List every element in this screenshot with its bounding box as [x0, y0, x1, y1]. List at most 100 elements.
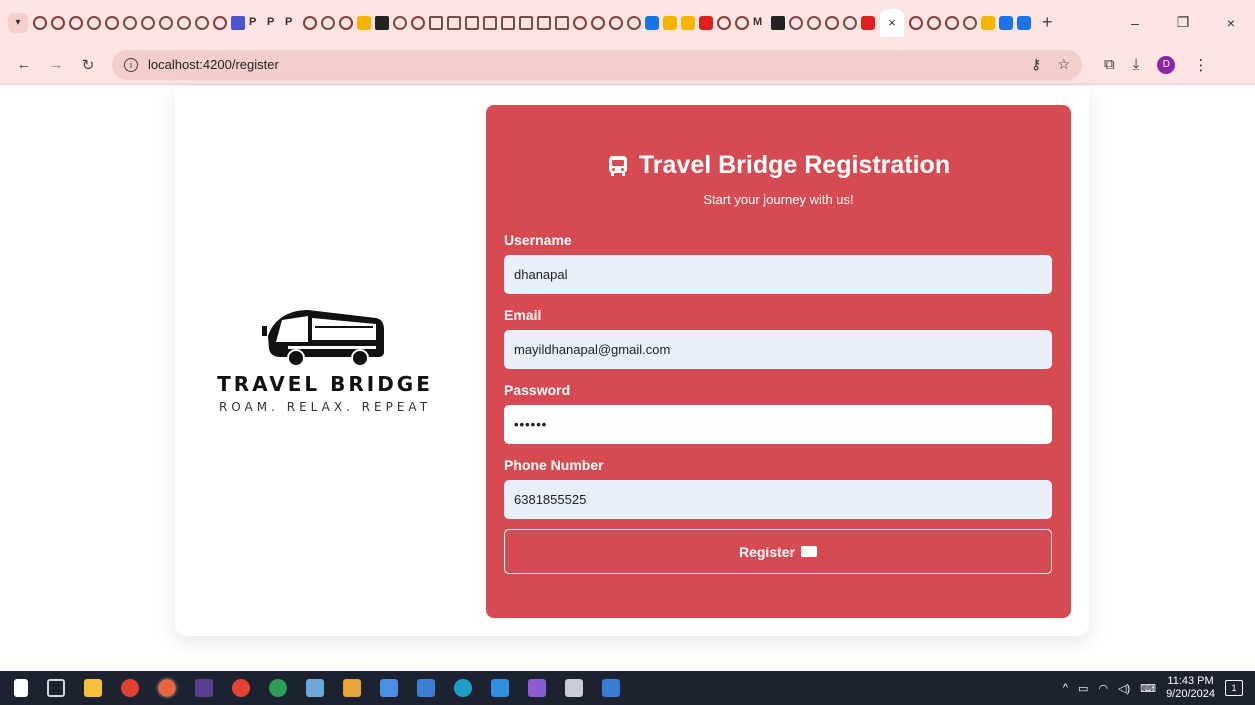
tab-favicon[interactable]: [339, 15, 353, 30]
keyboard-icon[interactable]: ⌨: [1140, 682, 1156, 695]
password-input[interactable]: ••••••: [504, 405, 1052, 444]
paint-icon[interactable]: [343, 679, 361, 697]
tab-favicon[interactable]: [945, 15, 959, 30]
tab-favicon[interactable]: P: [267, 16, 281, 30]
tab-favicon[interactable]: [699, 15, 713, 30]
network-icon[interactable]: ▭: [1078, 682, 1088, 695]
new-tab-button[interactable]: +: [1042, 12, 1053, 33]
tab-favicon[interactable]: P: [249, 16, 263, 30]
tab-favicon[interactable]: [717, 15, 731, 30]
close-window-button[interactable]: ×: [1207, 15, 1255, 31]
tab-favicon[interactable]: [981, 15, 995, 30]
tab-favicon[interactable]: [411, 15, 425, 30]
tab-favicon[interactable]: [663, 15, 677, 30]
tab-favicon[interactable]: [123, 15, 137, 30]
photos-icon[interactable]: [417, 679, 435, 697]
tab-favicon[interactable]: [573, 15, 587, 30]
tab-favicon[interactable]: [843, 15, 857, 30]
chrome-alt-icon[interactable]: [232, 679, 250, 697]
wifi-icon[interactable]: ◠: [1098, 682, 1108, 695]
notification-icon[interactable]: 1: [1225, 680, 1243, 696]
tab-favicon[interactable]: P: [285, 16, 299, 30]
chrome-icon[interactable]: [121, 679, 139, 697]
file-explorer-icon[interactable]: [84, 679, 102, 697]
tab-favicon[interactable]: [33, 15, 47, 30]
tab-favicon[interactable]: [231, 15, 245, 30]
tab-favicon[interactable]: [861, 15, 875, 30]
windows-start-icon[interactable]: [14, 679, 28, 697]
tab-favicon[interactable]: [213, 15, 227, 30]
tab-favicon[interactable]: [303, 15, 317, 30]
back-arrow-icon[interactable]: ←: [10, 56, 38, 73]
tab-favicon[interactable]: [447, 15, 461, 30]
tab-favicon[interactable]: [591, 15, 605, 30]
tab-favicon[interactable]: [159, 15, 173, 30]
tab-favicon[interactable]: [825, 15, 839, 30]
volume-icon[interactable]: ◁): [1118, 682, 1130, 695]
restore-button[interactable]: ❐: [1159, 14, 1207, 31]
tab-favicon[interactable]: [69, 15, 83, 30]
tab-favicon[interactable]: [51, 15, 65, 30]
site-info-icon[interactable]: i: [124, 57, 138, 72]
chrome-other-icon[interactable]: [269, 679, 287, 697]
email-input[interactable]: mayildhanapal@gmail.com: [504, 330, 1052, 369]
tab-favicon[interactable]: [555, 15, 569, 30]
visual-studio-icon[interactable]: [528, 679, 546, 697]
tab-favicon[interactable]: [1017, 15, 1031, 30]
register-button[interactable]: Register: [504, 529, 1052, 574]
tab-favicon[interactable]: [105, 15, 119, 30]
tab-favicon[interactable]: [909, 15, 923, 30]
tab-favicon[interactable]: [999, 15, 1013, 30]
edge-icon[interactable]: [454, 679, 472, 697]
tab-favicon[interactable]: [609, 15, 623, 30]
tab-favicon[interactable]: [501, 15, 515, 30]
tab-favicon[interactable]: [141, 15, 155, 30]
download-icon[interactable]: ⤓: [1133, 56, 1140, 73]
tab-favicon[interactable]: [963, 15, 977, 30]
app-window-icon[interactable]: [565, 679, 583, 697]
minimize-button[interactable]: –: [1111, 15, 1159, 31]
profile-avatar[interactable]: D: [1157, 55, 1176, 74]
menu-kebab-icon[interactable]: ⋮: [1193, 56, 1208, 74]
tab-favicon[interactable]: [537, 15, 551, 30]
active-tab[interactable]: ×: [880, 8, 904, 37]
task-view-icon[interactable]: [47, 679, 65, 697]
chevron-up-icon[interactable]: ^: [1063, 682, 1068, 694]
tab-favicon[interactable]: [357, 15, 371, 30]
username-input[interactable]: dhanapal: [504, 255, 1052, 294]
address-bar[interactable]: i localhost:4200/register ⚷ ☆: [112, 49, 1082, 80]
tab-favicon[interactable]: [519, 15, 533, 30]
tab-favicon[interactable]: [927, 15, 941, 30]
tab-favicon[interactable]: [195, 15, 209, 30]
extensions-icon[interactable]: ⧉: [1104, 56, 1115, 73]
tab-favicon[interactable]: [393, 15, 407, 30]
tab-favicon[interactable]: [789, 15, 803, 30]
tab-search-button[interactable]: ▾: [8, 12, 28, 33]
tab-favicon[interactable]: [681, 15, 695, 30]
chrome-profile-icon[interactable]: [156, 677, 178, 699]
vscode-icon[interactable]: [491, 679, 509, 697]
tab-favicon[interactable]: [771, 15, 785, 30]
terminal-icon[interactable]: [195, 679, 213, 697]
password-key-icon[interactable]: ⚷: [1031, 56, 1041, 73]
tab-favicon[interactable]: [807, 15, 821, 30]
tab-favicon[interactable]: [483, 15, 497, 30]
tab-favicon[interactable]: [627, 15, 641, 30]
url-text[interactable]: localhost:4200/register: [148, 57, 279, 72]
forward-arrow-icon[interactable]: →: [42, 56, 70, 73]
bookmark-star-icon[interactable]: ☆: [1057, 56, 1070, 73]
clock[interactable]: 11:43 PM 9/20/2024: [1166, 675, 1215, 701]
app-icon[interactable]: [306, 679, 324, 697]
tab-favicon[interactable]: [735, 15, 749, 30]
reload-icon[interactable]: ↻: [74, 56, 102, 74]
tab-favicon[interactable]: [645, 15, 659, 30]
tab-favicon[interactable]: [177, 15, 191, 30]
tab-favicon[interactable]: [429, 15, 443, 30]
tab-favicon[interactable]: M: [753, 16, 767, 30]
tab-favicon[interactable]: [87, 15, 101, 30]
notepad-icon[interactable]: [380, 679, 398, 697]
tab-favicon[interactable]: [321, 15, 335, 30]
tab-favicon[interactable]: [465, 15, 479, 30]
phone-input[interactable]: 6381855525: [504, 480, 1052, 519]
close-tab-icon[interactable]: ×: [888, 15, 896, 30]
